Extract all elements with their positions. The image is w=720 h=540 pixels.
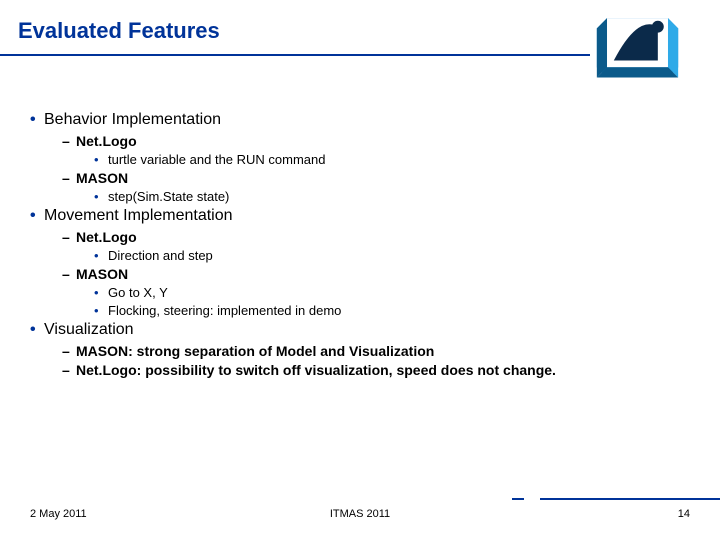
footer: 2 May 2011 ITMAS 2011 14	[30, 508, 690, 520]
footer-accent-line	[540, 498, 720, 500]
sub-item: –MASON	[62, 266, 690, 282]
content-body: •Behavior Implementation –Net.Logo •turt…	[30, 108, 690, 381]
detail-item: •Direction and step	[94, 248, 690, 263]
heading-text: Movement Implementation	[44, 207, 233, 224]
detail-item: •step(Sim.State state)	[94, 189, 690, 204]
footer-accent-line	[512, 498, 524, 500]
sub-item: –MASON: strong separation of Model and V…	[62, 343, 690, 359]
detail-item: •turtle variable and the RUN command	[94, 152, 690, 167]
sub-item-label: Net.Logo: possibility to switch off visu…	[76, 362, 556, 378]
sub-item-label: MASON	[76, 266, 128, 282]
detail-text: Direction and step	[108, 248, 213, 263]
detail-text: Flocking, steering: implemented in demo	[108, 303, 341, 318]
heading-text: Behavior Implementation	[44, 111, 221, 128]
sub-item: –Net.Logo	[62, 229, 690, 245]
footer-date: 2 May 2011	[30, 508, 87, 520]
section-heading: •Movement Implementation	[30, 207, 690, 225]
heading-text: Visualization	[44, 321, 134, 338]
detail-item: •Flocking, steering: implemented in demo	[94, 303, 690, 318]
section-heading: •Visualization	[30, 321, 690, 339]
detail-item: •Go to X, Y	[94, 285, 690, 300]
sub-item-label: MASON: strong separation of Model and Vi…	[76, 343, 434, 359]
sub-item: –Net.Logo	[62, 133, 690, 149]
sub-item-label: Net.Logo	[76, 229, 137, 245]
sub-item: –Net.Logo: possibility to switch off vis…	[62, 362, 690, 378]
title-underline	[0, 54, 590, 56]
footer-venue: ITMAS 2011	[330, 508, 390, 520]
logo-icon	[595, 8, 680, 80]
sub-item-label: MASON	[76, 170, 128, 186]
footer-page-number: 14	[678, 508, 690, 520]
section-heading: •Behavior Implementation	[30, 111, 690, 129]
detail-text: Go to X, Y	[108, 285, 168, 300]
sub-item-label: Net.Logo	[76, 133, 137, 149]
sub-item: –MASON	[62, 170, 690, 186]
detail-text: turtle variable and the RUN command	[108, 152, 326, 167]
detail-text: step(Sim.State state)	[108, 189, 229, 204]
slide-title: Evaluated Features	[18, 18, 220, 44]
